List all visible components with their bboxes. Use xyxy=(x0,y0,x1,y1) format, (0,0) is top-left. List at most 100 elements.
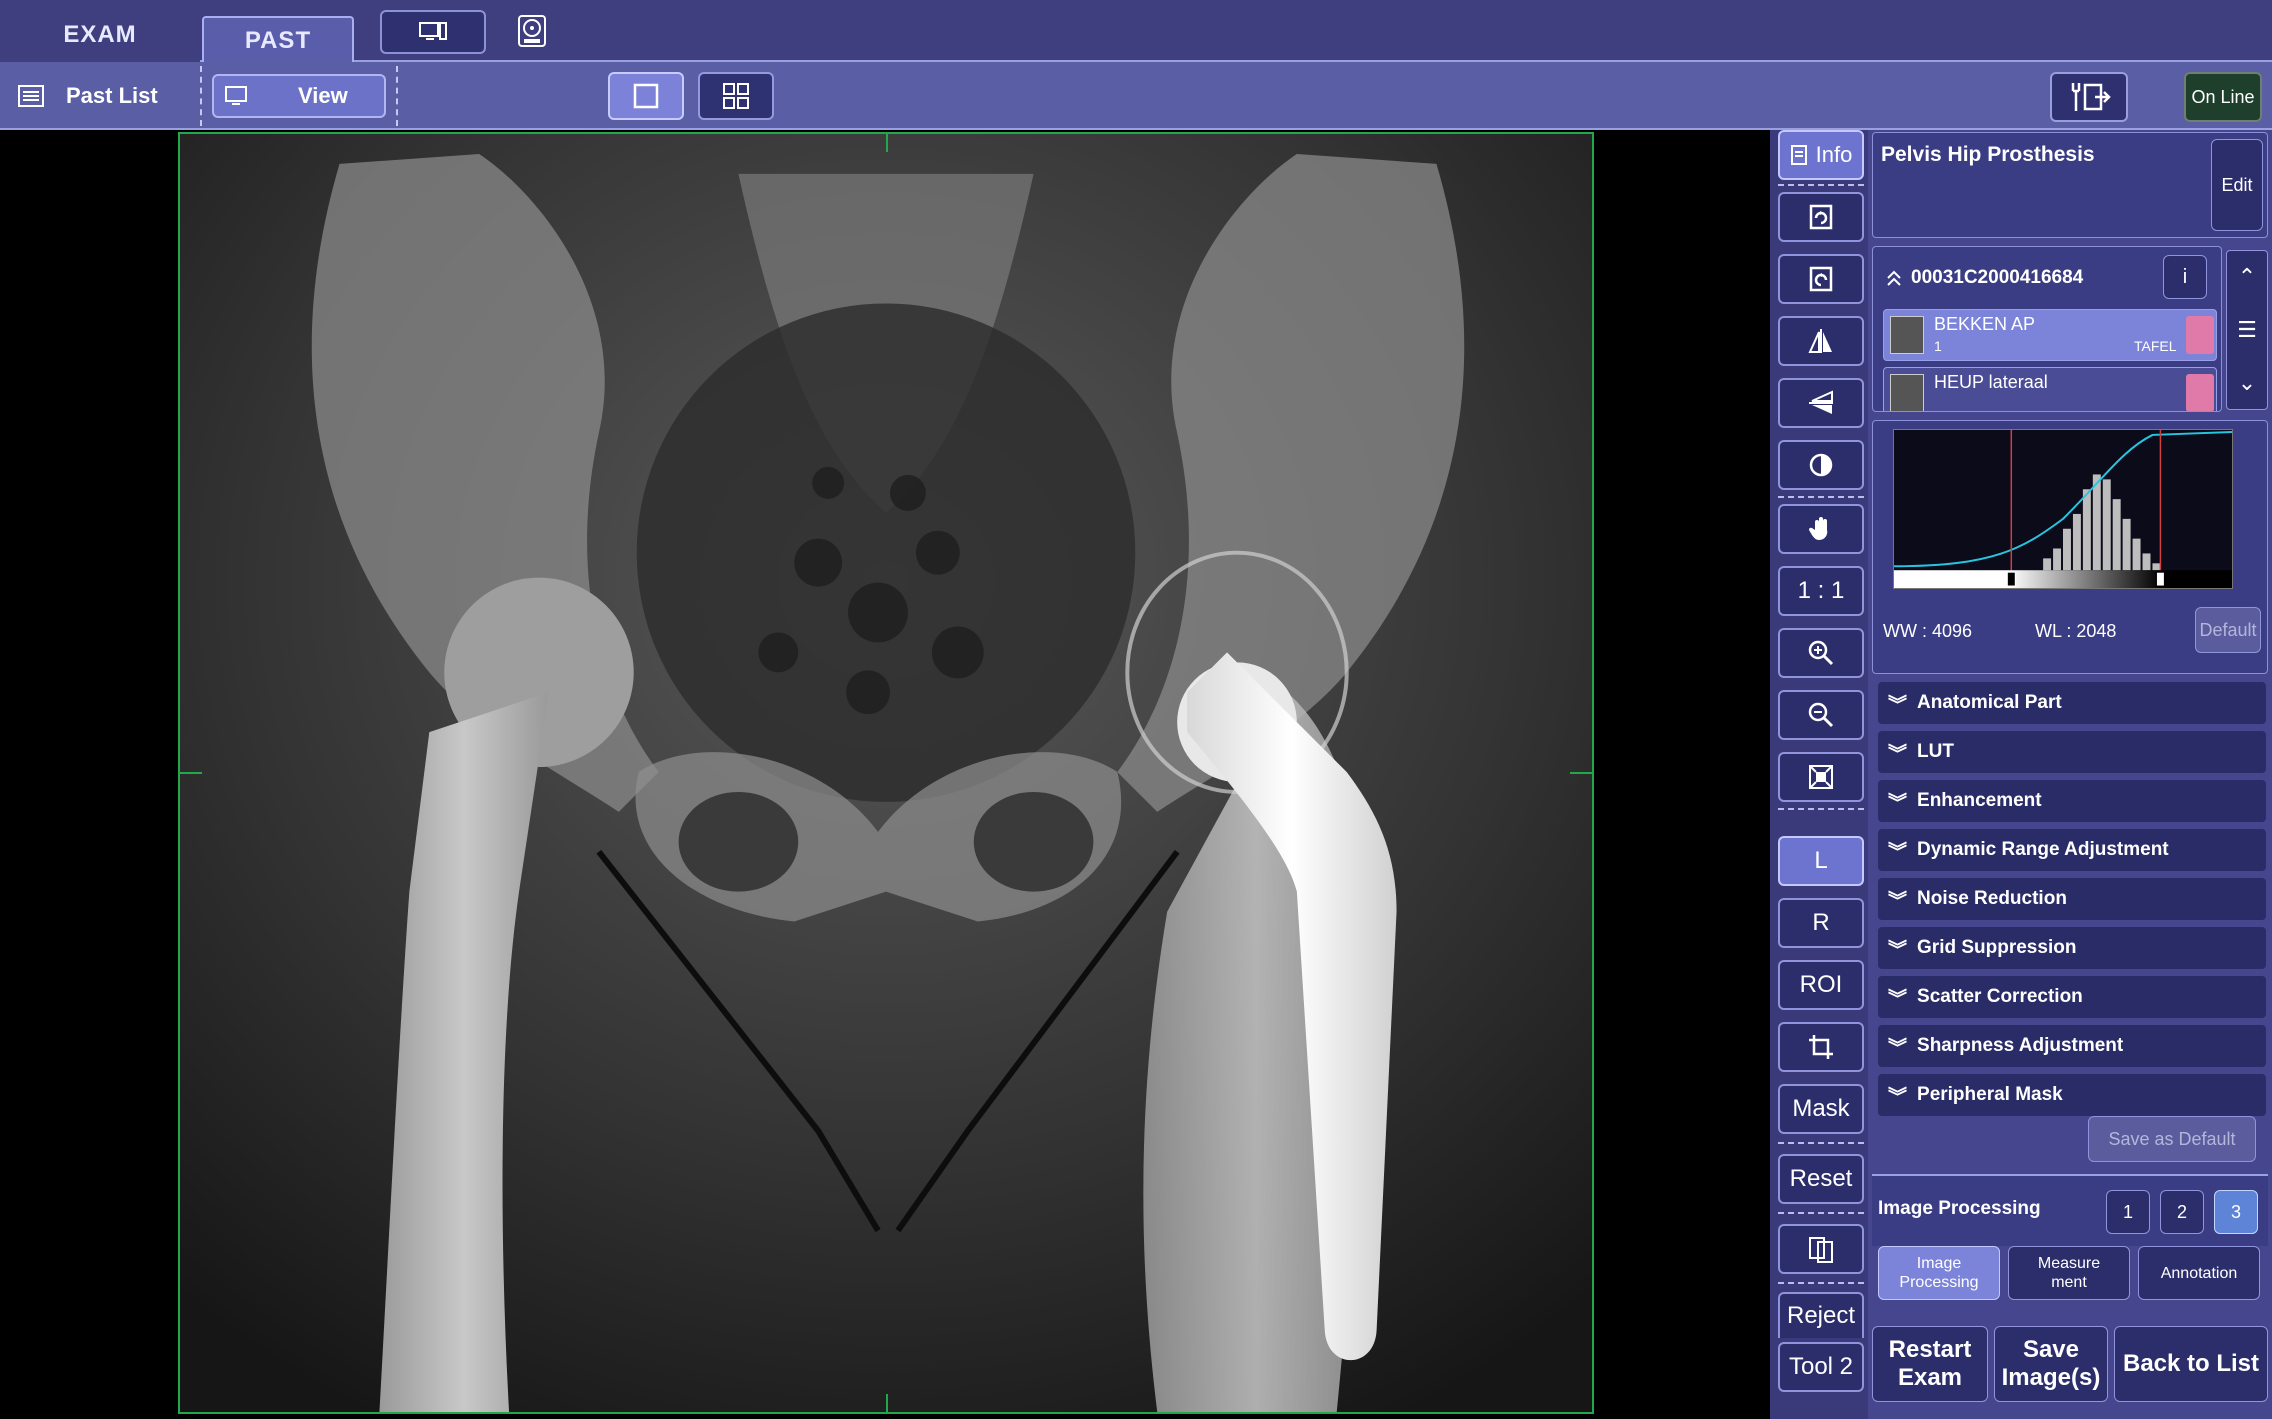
separator xyxy=(1778,184,1864,186)
hand-icon xyxy=(1808,517,1828,541)
chevron-down-double-icon: ︾ xyxy=(1888,988,1908,1010)
study-info-button[interactable]: i xyxy=(2163,255,2207,299)
zoom-out-button[interactable] xyxy=(1778,690,1864,740)
monitor-icon xyxy=(225,86,247,105)
flip-vertical-icon xyxy=(1809,390,1833,414)
past-list-label: Past List xyxy=(66,83,158,108)
tab-past[interactable]: PAST xyxy=(202,16,354,64)
female-badge-icon xyxy=(2186,374,2214,411)
tools-exit-button[interactable] xyxy=(2050,72,2128,122)
fit-to-window-button[interactable] xyxy=(1778,752,1864,802)
section-noise-reduction[interactable]: ︾ Noise Reduction xyxy=(1878,878,2266,920)
restart-exam-button[interactable]: Restart Exam xyxy=(1872,1326,1988,1402)
save-images-button[interactable]: Save Image(s) xyxy=(1994,1326,2108,1402)
chevron-down-icon[interactable]: ⌄ xyxy=(2238,370,2256,396)
female-badge-icon xyxy=(2186,316,2214,354)
invert-icon xyxy=(1809,453,1833,477)
rotate-ccw-button[interactable] xyxy=(1778,254,1864,304)
section-enhancement[interactable]: ︾ Enhancement xyxy=(1878,780,2266,822)
separator xyxy=(1778,1282,1864,1284)
section-sharpness-adjustment[interactable]: ︾ Sharpness Adjustment xyxy=(1878,1025,2266,1067)
restart-label: Restart Exam xyxy=(1888,1336,1972,1391)
series-item[interactable]: HEUP lateraal xyxy=(1883,367,2217,411)
right-marker-button[interactable]: R xyxy=(1778,898,1864,948)
chevron-down-double-icon: ︾ xyxy=(1888,890,1908,912)
hdd-button[interactable] xyxy=(508,10,556,54)
separator xyxy=(1778,808,1864,810)
view-button[interactable]: View xyxy=(212,74,386,118)
separator xyxy=(1778,496,1864,498)
section-scatter-correction[interactable]: ︾ Scatter Correction xyxy=(1878,976,2266,1018)
frame-tick-left xyxy=(180,772,202,774)
frame-tick-top xyxy=(886,134,888,152)
back-to-list-button[interactable]: Back to List xyxy=(2114,1326,2268,1402)
zoom-in-button[interactable] xyxy=(1778,628,1864,678)
chevron-down-double-icon: ︾ xyxy=(1888,841,1908,863)
section-label: Dynamic Range Adjustment xyxy=(1917,839,2169,860)
list-icon xyxy=(18,85,44,107)
mode-label: Image Processing xyxy=(1899,1255,1979,1291)
preset-3-button[interactable]: 3 xyxy=(2214,1190,2258,1234)
image-processing-mode-button[interactable]: Image Processing xyxy=(1878,1246,2000,1300)
grid-layout-icon xyxy=(723,83,749,109)
wrench-exit-icon xyxy=(2071,83,2111,111)
histogram[interactable] xyxy=(1893,429,2233,589)
monitor-button[interactable] xyxy=(380,10,486,54)
study-scroll-controls: ⌃ ☰ ⌄ xyxy=(2226,250,2268,410)
flip-horizontal-button[interactable] xyxy=(1778,316,1864,366)
image-viewer[interactable]: L xyxy=(0,130,1770,1419)
info-button[interactable]: Info xyxy=(1778,130,1864,180)
separator xyxy=(1778,1142,1864,1144)
section-dynamic-range-adjustment[interactable]: ︾ Dynamic Range Adjustment xyxy=(1878,829,2266,871)
info-doc-icon xyxy=(1790,145,1807,165)
flip-vertical-button[interactable] xyxy=(1778,378,1864,428)
duplicate-button[interactable] xyxy=(1778,1224,1864,1274)
rotate-cw-button[interactable] xyxy=(1778,192,1864,242)
left-marker-button[interactable]: L xyxy=(1778,836,1864,886)
series-item-selected[interactable]: BEKKEN AP 1 TAFEL xyxy=(1883,309,2217,361)
frame-tick-right xyxy=(1570,772,1592,774)
chevron-up-icon[interactable]: ⌃ xyxy=(2238,264,2256,290)
mask-button[interactable]: Mask xyxy=(1778,1084,1864,1134)
layout-quad-button[interactable] xyxy=(698,72,774,120)
chevron-down-double-icon: ︾ xyxy=(1888,743,1908,765)
crop-button[interactable] xyxy=(1778,1022,1864,1072)
reset-button[interactable]: Reset xyxy=(1778,1154,1864,1204)
reject-button[interactable]: Reject xyxy=(1778,1292,1864,1338)
monitor-icon xyxy=(419,22,447,40)
save-as-default-button[interactable]: Save as Default xyxy=(2088,1116,2256,1162)
default-button[interactable]: Default xyxy=(2195,607,2261,653)
study-list: 00031C2000416684 i BEKKEN AP 1 TAFEL HEU… xyxy=(1872,246,2222,412)
study-header[interactable]: 00031C2000416684 xyxy=(1885,267,2083,289)
section-anatomical-part[interactable]: ︾ Anatomical Part xyxy=(1878,682,2266,724)
fit-window-icon xyxy=(1809,765,1833,789)
series-number: 1 xyxy=(1934,338,1942,354)
menu-icon[interactable]: ☰ xyxy=(2237,317,2257,343)
layout-single-button[interactable] xyxy=(608,72,684,120)
one-to-one-button[interactable]: 1 : 1 xyxy=(1778,566,1864,616)
tab-exam[interactable]: EXAM xyxy=(0,8,200,62)
study-id: 00031C2000416684 xyxy=(1911,267,2084,288)
flip-horizontal-icon xyxy=(1808,329,1832,353)
section-peripheral-mask[interactable]: ︾ Peripheral Mask xyxy=(1878,1074,2266,1116)
online-status-button[interactable]: On Line xyxy=(2184,72,2262,122)
annotation-mode-button[interactable]: Annotation xyxy=(2138,1246,2260,1300)
xray-image[interactable]: L xyxy=(178,132,1594,1414)
section-label: Noise Reduction xyxy=(1917,888,2067,909)
separator xyxy=(396,66,398,126)
series-name: HEUP lateraal xyxy=(1934,372,2048,392)
chevron-down-double-icon: ︾ xyxy=(1888,694,1908,716)
single-layout-icon xyxy=(633,83,659,109)
preset-2-button[interactable]: 2 xyxy=(2160,1190,2204,1234)
pan-button[interactable] xyxy=(1778,504,1864,554)
view-toolbar: Past List View On Line xyxy=(0,62,2272,130)
tool2-button[interactable]: Tool 2 xyxy=(1778,1342,1864,1392)
section-grid-suppression[interactable]: ︾ Grid Suppression xyxy=(1878,927,2266,969)
preset-1-button[interactable]: 1 xyxy=(2106,1190,2150,1234)
measurement-mode-button[interactable]: Measure ment xyxy=(2008,1246,2130,1300)
section-lut[interactable]: ︾ LUT xyxy=(1878,731,2266,773)
past-list-button[interactable]: Past List xyxy=(18,62,158,130)
edit-button[interactable]: Edit xyxy=(2211,139,2263,231)
roi-button[interactable]: ROI xyxy=(1778,960,1864,1010)
invert-button[interactable] xyxy=(1778,440,1864,490)
